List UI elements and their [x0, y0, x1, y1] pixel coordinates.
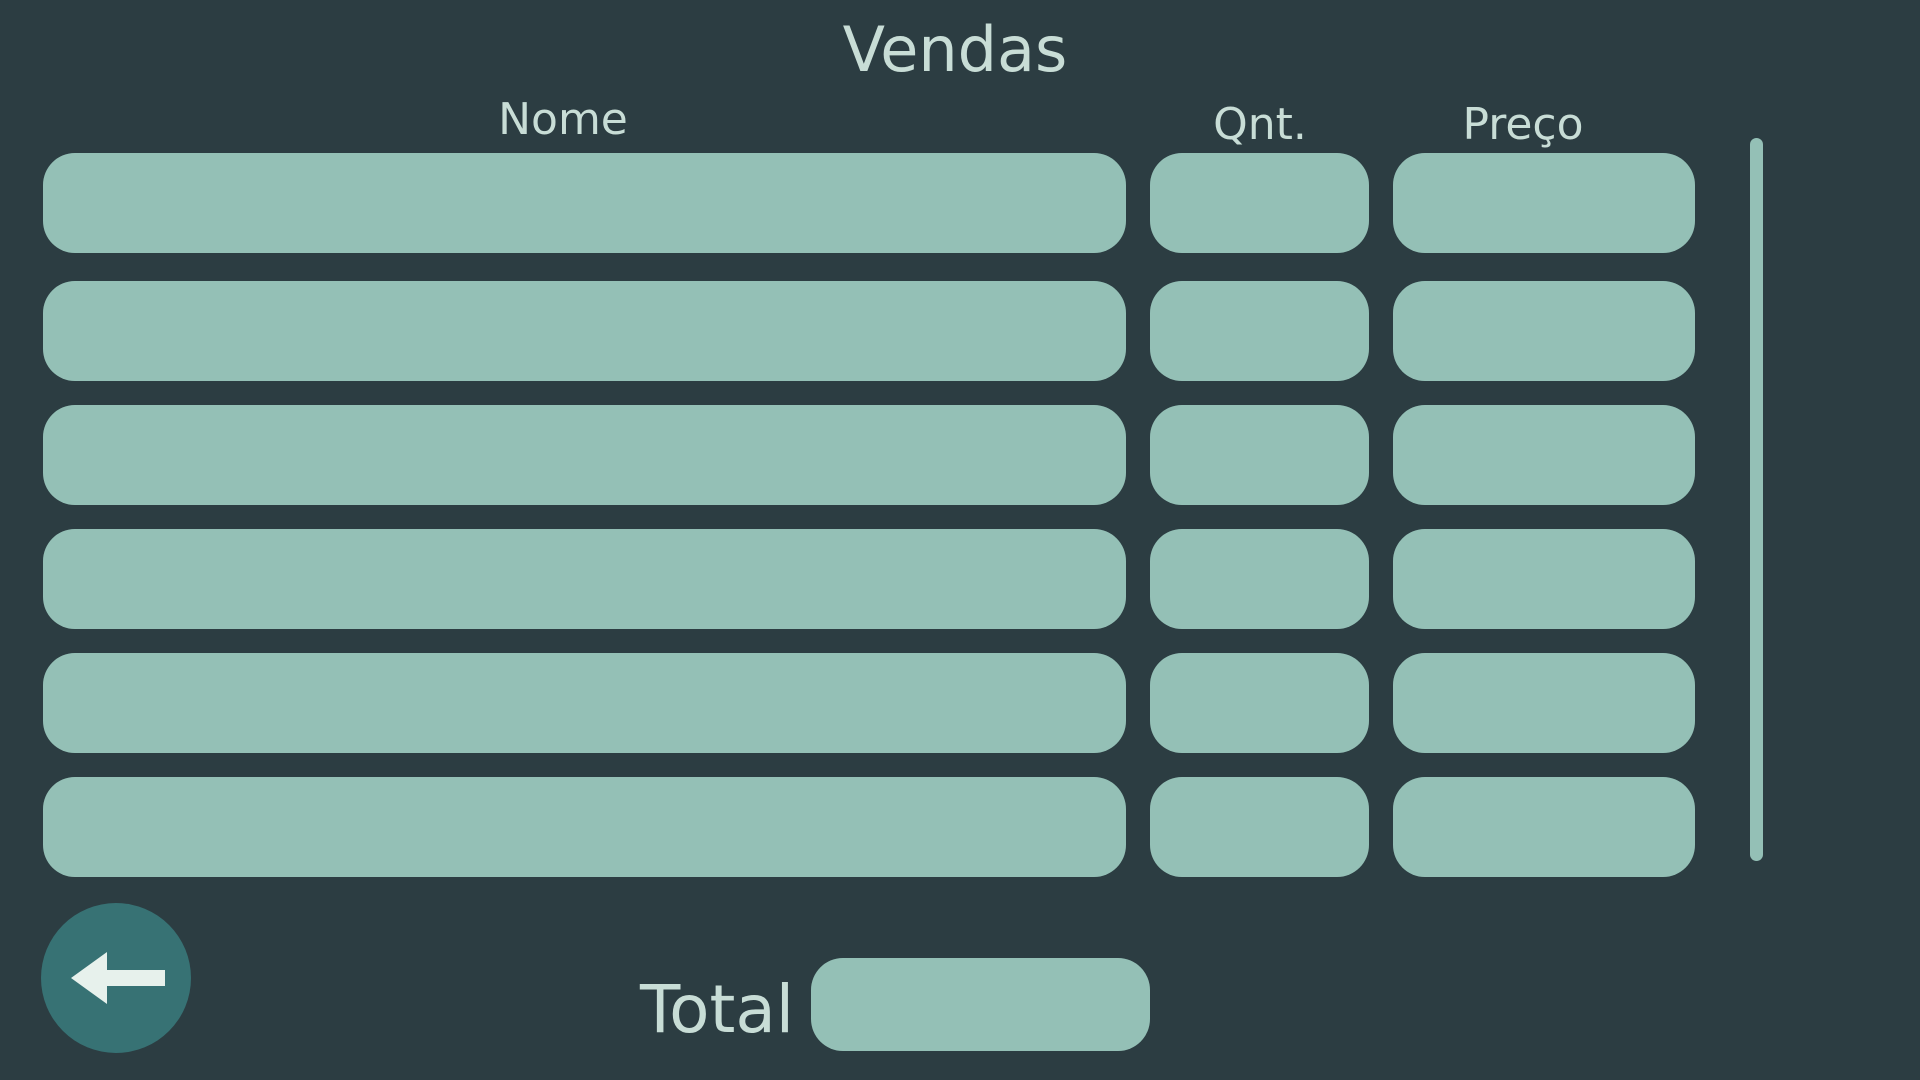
row-5-qnt-field[interactable] [1150, 653, 1369, 753]
row-6-nome-field[interactable] [43, 777, 1126, 877]
total-label: Total [640, 971, 795, 1048]
row-5-nome-field[interactable] [43, 653, 1126, 753]
row-3-qnt-field[interactable] [1150, 405, 1369, 505]
row-2-qnt-field[interactable] [1150, 281, 1369, 381]
row-1-qnt-field[interactable] [1150, 153, 1369, 253]
row-4-preco-field[interactable] [1393, 529, 1695, 629]
total-field [811, 958, 1150, 1051]
row-5-preco-field[interactable] [1393, 653, 1695, 753]
page-title: Vendas [842, 13, 1068, 86]
row-1-preco-field[interactable] [1393, 153, 1695, 253]
row-6-qnt-field[interactable] [1150, 777, 1369, 877]
row-4-nome-field[interactable] [43, 529, 1126, 629]
row-2-preco-field[interactable] [1393, 281, 1695, 381]
row-4-qnt-field[interactable] [1150, 529, 1369, 629]
column-header-qnt: Qnt. [1213, 99, 1307, 150]
row-3-preco-field[interactable] [1393, 405, 1695, 505]
row-3-nome-field[interactable] [43, 405, 1126, 505]
back-button[interactable] [41, 903, 191, 1053]
sales-screen: Vendas Nome Qnt. Preço Total [0, 0, 1920, 1080]
row-1-nome-field[interactable] [43, 153, 1126, 253]
column-header-preco: Preço [1462, 99, 1584, 150]
scrollbar[interactable] [1750, 138, 1763, 861]
arrow-left-icon [71, 952, 165, 1004]
row-2-nome-field[interactable] [43, 281, 1126, 381]
row-6-preco-field[interactable] [1393, 777, 1695, 877]
column-header-nome: Nome [498, 94, 628, 145]
